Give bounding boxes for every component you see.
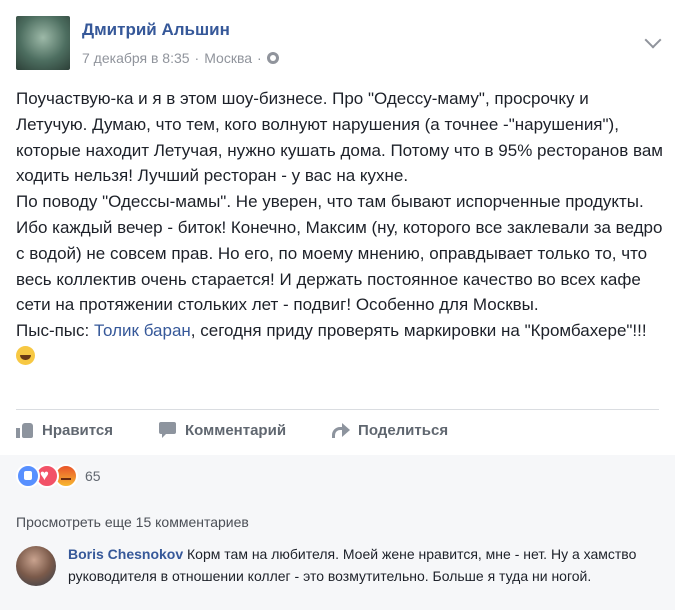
chevron-down-icon[interactable] [644, 31, 662, 49]
comments-section: Просмотреть еще 15 комментариев Boris Ch… [0, 500, 675, 610]
post-date[interactable]: 7 декабря в 8:35 [82, 50, 190, 66]
comment-button[interactable]: Комментарий [159, 422, 286, 439]
post-paragraph: Пыс-пыс: Толик баран, сегодня приду пров… [16, 318, 664, 370]
globe-icon[interactable] [266, 52, 279, 64]
mention-link[interactable]: Толик баран [94, 321, 191, 340]
reaction-count[interactable]: 65 [85, 468, 101, 484]
share-button[interactable]: Поделиться [332, 422, 448, 439]
meta-separator: · [194, 50, 200, 66]
laughing-emoji-icon [16, 345, 35, 365]
view-more-comments-link[interactable]: Просмотреть еще 15 комментариев [16, 514, 249, 530]
divider [16, 409, 659, 410]
post-card: Дмитрий Альшин 7 декабря в 8:35 · Москва… [0, 0, 675, 610]
post-header: Дмитрий Альшин 7 декабря в 8:35 · Москва… [16, 16, 675, 76]
post-paragraph: Поучаствую-ка и я в этом шоу-бизнесе. Пр… [16, 89, 663, 186]
thumbs-up-icon [16, 422, 34, 438]
post-meta: 7 декабря в 8:35 · Москва · [82, 50, 279, 66]
comment-body: Boris Chesnokov Корм там на любителя. Мо… [68, 543, 656, 587]
action-bar: Нравится Комментарий Поделиться [16, 412, 659, 448]
comment-icon [159, 422, 177, 438]
ps-prefix: Пыс-пыс: [16, 321, 94, 341]
author-avatar[interactable] [16, 16, 70, 70]
post-location[interactable]: Москва [204, 50, 252, 66]
share-icon [332, 422, 351, 438]
meta-separator: · [257, 50, 262, 66]
commenter-name[interactable]: Boris Chesnokov [68, 546, 183, 562]
comment-label: Комментарий [185, 421, 287, 439]
like-label: Нравится [42, 421, 114, 439]
like-button[interactable]: Нравится [16, 422, 113, 439]
commenter-avatar[interactable] [16, 546, 56, 586]
share-label: Поделиться [358, 421, 449, 439]
ps-suffix: , сегодня приду проверять маркировки на … [190, 321, 647, 341]
reactions-bar: 65 [0, 455, 675, 500]
reactions-summary[interactable]: 65 [16, 464, 101, 488]
author-name[interactable]: Дмитрий Альшин [82, 20, 230, 40]
post-paragraph: По поводу "Одессы-мамы". Не уверен, что … [16, 192, 663, 315]
like-icon [16, 464, 40, 488]
post-body: Поучаствую-ка и я в этом шоу-бизнесе. Пр… [16, 86, 664, 370]
